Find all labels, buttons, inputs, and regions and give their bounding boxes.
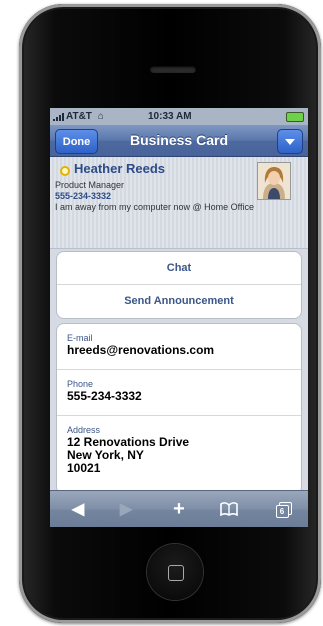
email-label: E-mail	[67, 333, 93, 343]
contact-name: Heather Reeds	[74, 161, 166, 176]
screen: AT&T ⌂ 10:33 AM Done Business Card Heath…	[50, 108, 308, 527]
contact-card: Heather Reeds Product Manager 555-234-33…	[50, 157, 308, 249]
phone-value: 555-234-3332	[67, 389, 142, 403]
avatar	[257, 162, 291, 200]
phone-row[interactable]: Phone 555-234-3332	[57, 370, 301, 416]
bookmarks-icon[interactable]	[217, 499, 241, 519]
forward-arrow-icon[interactable]: ▶	[114, 499, 138, 519]
status-bar: AT&T ⌂ 10:33 AM	[50, 108, 308, 125]
page-title: Business Card	[129, 132, 229, 148]
clock: 10:33 AM	[148, 111, 192, 122]
carrier-name: AT&T	[66, 111, 92, 122]
phone-label: Phone	[67, 379, 94, 389]
send-announcement-button[interactable]: Send Announcement	[57, 284, 301, 317]
pages-icon[interactable]: 6	[271, 499, 295, 519]
wifi-icon: ⌂	[97, 111, 104, 122]
dropdown-button[interactable]	[277, 129, 303, 154]
signal-bars-icon	[53, 112, 64, 121]
battery-icon	[286, 112, 304, 122]
navigation-bar: Done Business Card	[50, 125, 308, 157]
contact-status: I am away from my computer now @ Home Of…	[55, 202, 255, 212]
plus-icon[interactable]: +	[167, 498, 191, 520]
email-value: hreeds@renovations.com	[67, 343, 215, 357]
address-line1: 12 Renovations Drive	[67, 435, 190, 449]
chat-button[interactable]: Chat	[57, 252, 301, 284]
actions-group: Chat Send Announcement	[56, 251, 302, 319]
details-group: E-mail hreeds@renovations.com Phone 555-…	[56, 323, 302, 495]
address-row[interactable]: Address 12 Renovations Drive New York, N…	[57, 416, 301, 474]
chevron-down-icon	[285, 138, 295, 145]
address-line3: 10021	[67, 461, 101, 475]
home-button[interactable]	[147, 544, 203, 600]
home-square-icon	[168, 565, 184, 581]
contact-phone[interactable]: 555-234-3332	[55, 191, 111, 201]
tabs-count: 6	[275, 504, 289, 518]
address-line2: New York, NY	[67, 448, 144, 462]
back-arrow-icon[interactable]: ◀	[66, 499, 90, 519]
carrier: AT&T ⌂	[53, 111, 104, 122]
address-label: Address	[67, 425, 101, 435]
email-row[interactable]: E-mail hreeds@renovations.com	[57, 324, 301, 370]
presence-icon	[60, 166, 70, 176]
contact-role: Product Manager	[55, 180, 125, 190]
browser-toolbar: ◀ ▶ + 6	[50, 490, 308, 527]
earpiece-speaker	[150, 66, 196, 73]
